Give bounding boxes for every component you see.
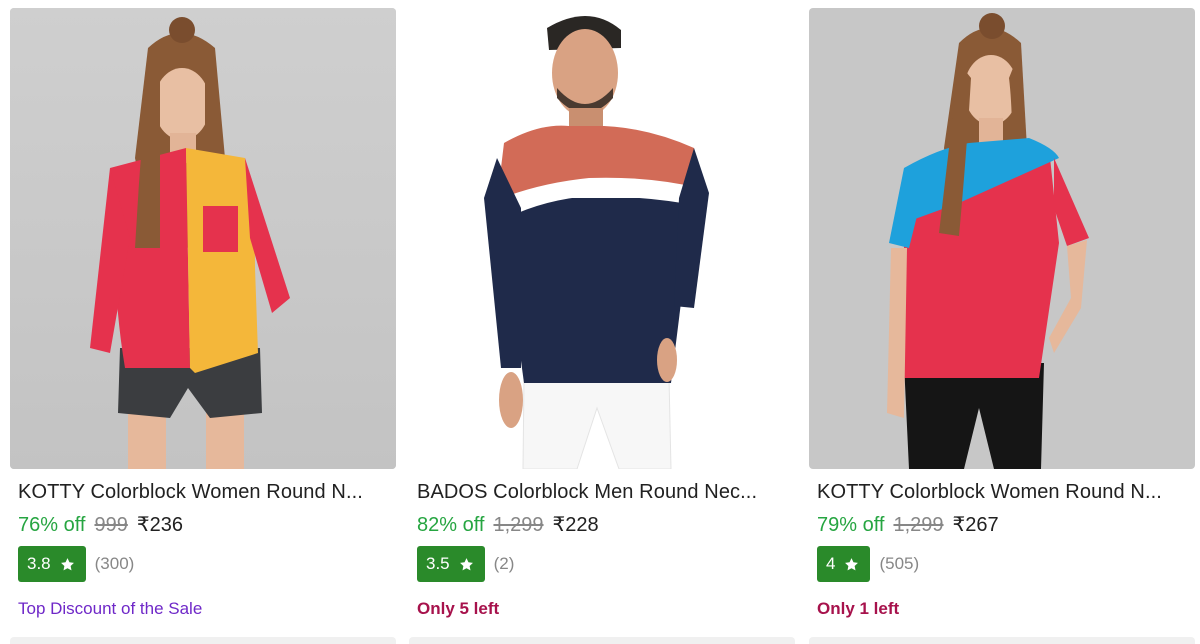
- product-image[interactable]: [809, 8, 1195, 469]
- star-icon: [60, 557, 74, 570]
- next-product-image[interactable]: [809, 637, 1195, 644]
- next-product-image[interactable]: [409, 637, 795, 644]
- next-product-image[interactable]: [10, 637, 396, 644]
- women-colorblock-tshirt-image: [809, 8, 1195, 469]
- rating-count: (300): [94, 554, 135, 573]
- women-colorblock-tshirt-image: [10, 8, 396, 469]
- selling-price: ₹267: [952, 514, 999, 536]
- next-row-partial: [0, 637, 1200, 644]
- product-image[interactable]: [409, 8, 795, 469]
- rating-badge[interactable]: 3.5: [417, 546, 485, 582]
- rating-row: 4 (505): [817, 546, 919, 582]
- price-row: 79% off 1,299 ₹267: [817, 512, 999, 538]
- price-row: 82% off 1,299 ₹228: [417, 512, 599, 538]
- product-grid: KOTTY Colorblock Women Round N... 76% of…: [0, 0, 1200, 644]
- star-icon: [459, 557, 473, 570]
- product-card[interactable]: KOTTY Colorblock Women Round N... 76% of…: [10, 0, 396, 644]
- discount-percent: 79% off: [817, 514, 885, 536]
- men-colorblock-tshirt-image: [409, 8, 795, 469]
- rating-value: 3.8: [27, 554, 51, 573]
- product-card[interactable]: BADOS Colorblock Men Round Nec... 82% of…: [409, 0, 795, 644]
- rating-badge[interactable]: 4: [817, 546, 871, 582]
- rating-value: 4: [826, 554, 836, 573]
- star-icon: [845, 557, 859, 570]
- product-title[interactable]: KOTTY Colorblock Women Round N...: [817, 480, 1189, 504]
- discount-percent: 76% off: [18, 514, 86, 536]
- original-price: 1,299: [493, 514, 544, 536]
- rating-badge[interactable]: 3.8: [18, 546, 86, 582]
- product-image[interactable]: [10, 8, 396, 469]
- product-title[interactable]: BADOS Colorblock Men Round Nec...: [417, 480, 789, 504]
- offer-tag: Top Discount of the Sale: [18, 599, 203, 618]
- product-title[interactable]: KOTTY Colorblock Women Round N...: [18, 480, 390, 504]
- stock-tag: Only 5 left: [417, 599, 500, 618]
- original-price: 999: [94, 514, 128, 536]
- product-card[interactable]: KOTTY Colorblock Women Round N... 79% of…: [809, 0, 1195, 644]
- rating-value: 3.5: [426, 554, 450, 573]
- rating-count: (505): [879, 554, 920, 573]
- rating-row: 3.5 (2): [417, 546, 514, 582]
- selling-price: ₹236: [136, 514, 183, 536]
- rating-row: 3.8 (300): [18, 546, 134, 582]
- rating-count: (2): [493, 554, 515, 573]
- discount-percent: 82% off: [417, 514, 485, 536]
- price-row: 76% off 999 ₹236: [18, 512, 183, 538]
- selling-price: ₹228: [552, 514, 599, 536]
- stock-tag: Only 1 left: [817, 599, 900, 618]
- original-price: 1,299: [893, 514, 944, 536]
